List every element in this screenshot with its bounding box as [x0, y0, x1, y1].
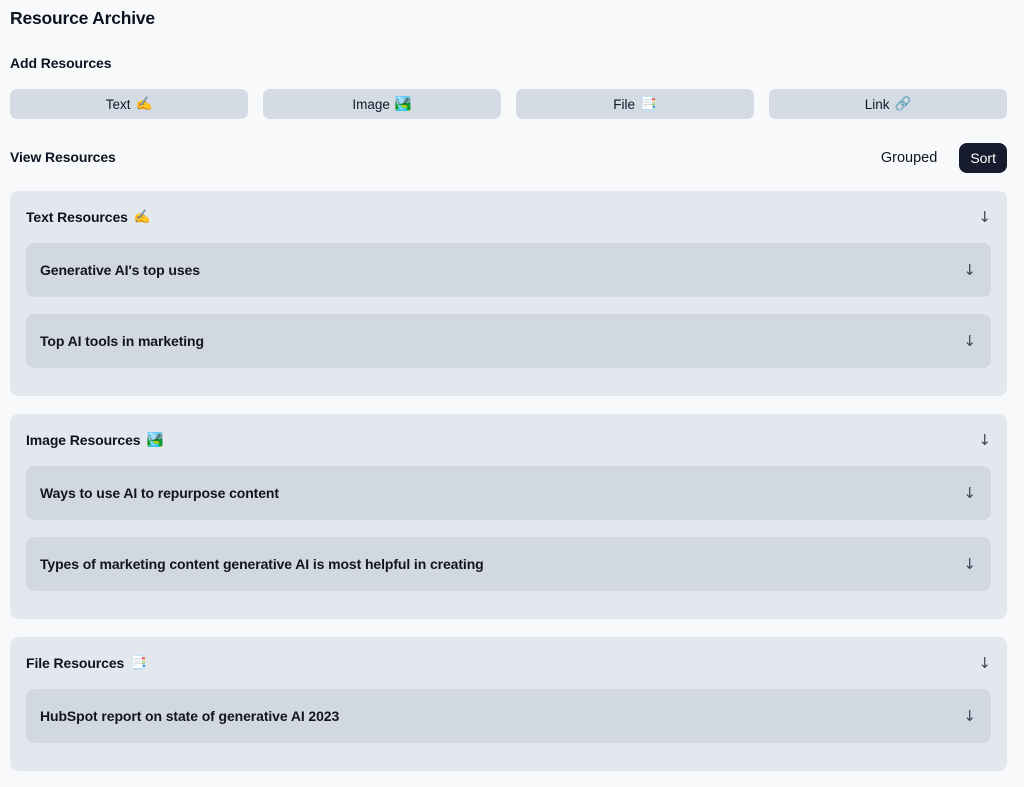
group-title-text-resources: Text Resources ✍️ [26, 207, 151, 227]
group-title-label: File Resources [26, 653, 124, 673]
group-title-file-resources: File Resources 📑 [26, 653, 147, 673]
resource-archive-page: Resource Archive Add Resources Text ✍️ I… [0, 0, 1024, 787]
resource-item-label: Generative AI's top uses [40, 262, 200, 278]
resource-item-label: HubSpot report on state of generative AI… [40, 708, 339, 724]
resource-item-hubspot-report[interactable]: HubSpot report on state of generative AI… [26, 689, 991, 743]
landscape-image-icon: 🏞️ [146, 433, 163, 447]
group-card-file-resources: File Resources 📑 ↓ HubSpot report on sta… [10, 637, 1007, 771]
group-header-text-resources: Text Resources ✍️ ↓ [26, 207, 991, 227]
resource-item-top-ai-tools-marketing[interactable]: Top AI tools in marketing ↓ [26, 314, 991, 368]
add-file-button-label: File [613, 97, 635, 112]
resource-item-ways-to-use-ai[interactable]: Ways to use AI to repurpose content ↓ [26, 466, 991, 520]
collapse-arrow-icon[interactable]: ↓ [978, 656, 991, 671]
add-resources-button-row: Text ✍️ Image 🏞️ File 📑 Link 🔗 [10, 89, 1007, 119]
resource-item-types-of-marketing-content[interactable]: Types of marketing content generative AI… [26, 537, 991, 591]
resource-item-generative-ai-top-uses[interactable]: Generative AI's top uses ↓ [26, 243, 991, 297]
group-title-label: Image Resources [26, 430, 140, 450]
collapse-arrow-icon[interactable]: ↓ [978, 210, 991, 225]
group-card-image-resources: Image Resources 🏞️ ↓ Ways to use AI to r… [10, 414, 1007, 619]
add-link-button-label: Link [865, 97, 890, 112]
add-file-button[interactable]: File 📑 [516, 89, 754, 119]
add-link-button[interactable]: Link 🔗 [769, 89, 1007, 119]
page-title: Resource Archive [10, 8, 1007, 28]
link-icon: 🔗 [894, 97, 911, 111]
view-controls: Grouped Sort [881, 143, 1007, 173]
resource-item-label: Top AI tools in marketing [40, 333, 204, 349]
group-header-image-resources: Image Resources 🏞️ ↓ [26, 430, 991, 450]
landscape-image-icon: 🏞️ [395, 97, 412, 111]
writing-hand-icon: ✍️ [134, 210, 151, 224]
resource-item-label: Types of marketing content generative AI… [40, 556, 484, 572]
view-resources-toolbar: View Resources Grouped Sort [10, 142, 1007, 173]
resource-item-label: Ways to use AI to repurpose content [40, 485, 279, 501]
add-image-button[interactable]: Image 🏞️ [263, 89, 501, 119]
collapse-arrow-icon[interactable]: ↓ [963, 263, 976, 278]
group-header-file-resources: File Resources 📑 ↓ [26, 653, 991, 673]
file-pages-icon: 📑 [640, 97, 657, 111]
collapse-arrow-icon[interactable]: ↓ [963, 334, 976, 349]
view-resources-heading: View Resources [10, 149, 116, 166]
file-pages-icon: 📑 [130, 656, 147, 670]
collapse-arrow-icon[interactable]: ↓ [963, 486, 976, 501]
sort-button[interactable]: Sort [959, 143, 1007, 173]
group-card-text-resources: Text Resources ✍️ ↓ Generative AI's top … [10, 191, 1007, 396]
add-image-button-label: Image [352, 97, 390, 112]
add-text-button-label: Text [106, 97, 131, 112]
collapse-arrow-icon[interactable]: ↓ [963, 709, 976, 724]
writing-hand-icon: ✍️ [135, 97, 152, 111]
add-text-button[interactable]: Text ✍️ [10, 89, 248, 119]
group-title-label: Text Resources [26, 207, 128, 227]
group-title-image-resources: Image Resources 🏞️ [26, 430, 163, 450]
add-resources-heading: Add Resources [10, 55, 1007, 72]
collapse-arrow-icon[interactable]: ↓ [978, 433, 991, 448]
collapse-arrow-icon[interactable]: ↓ [963, 557, 976, 572]
grouped-toggle[interactable]: Grouped [881, 150, 937, 166]
